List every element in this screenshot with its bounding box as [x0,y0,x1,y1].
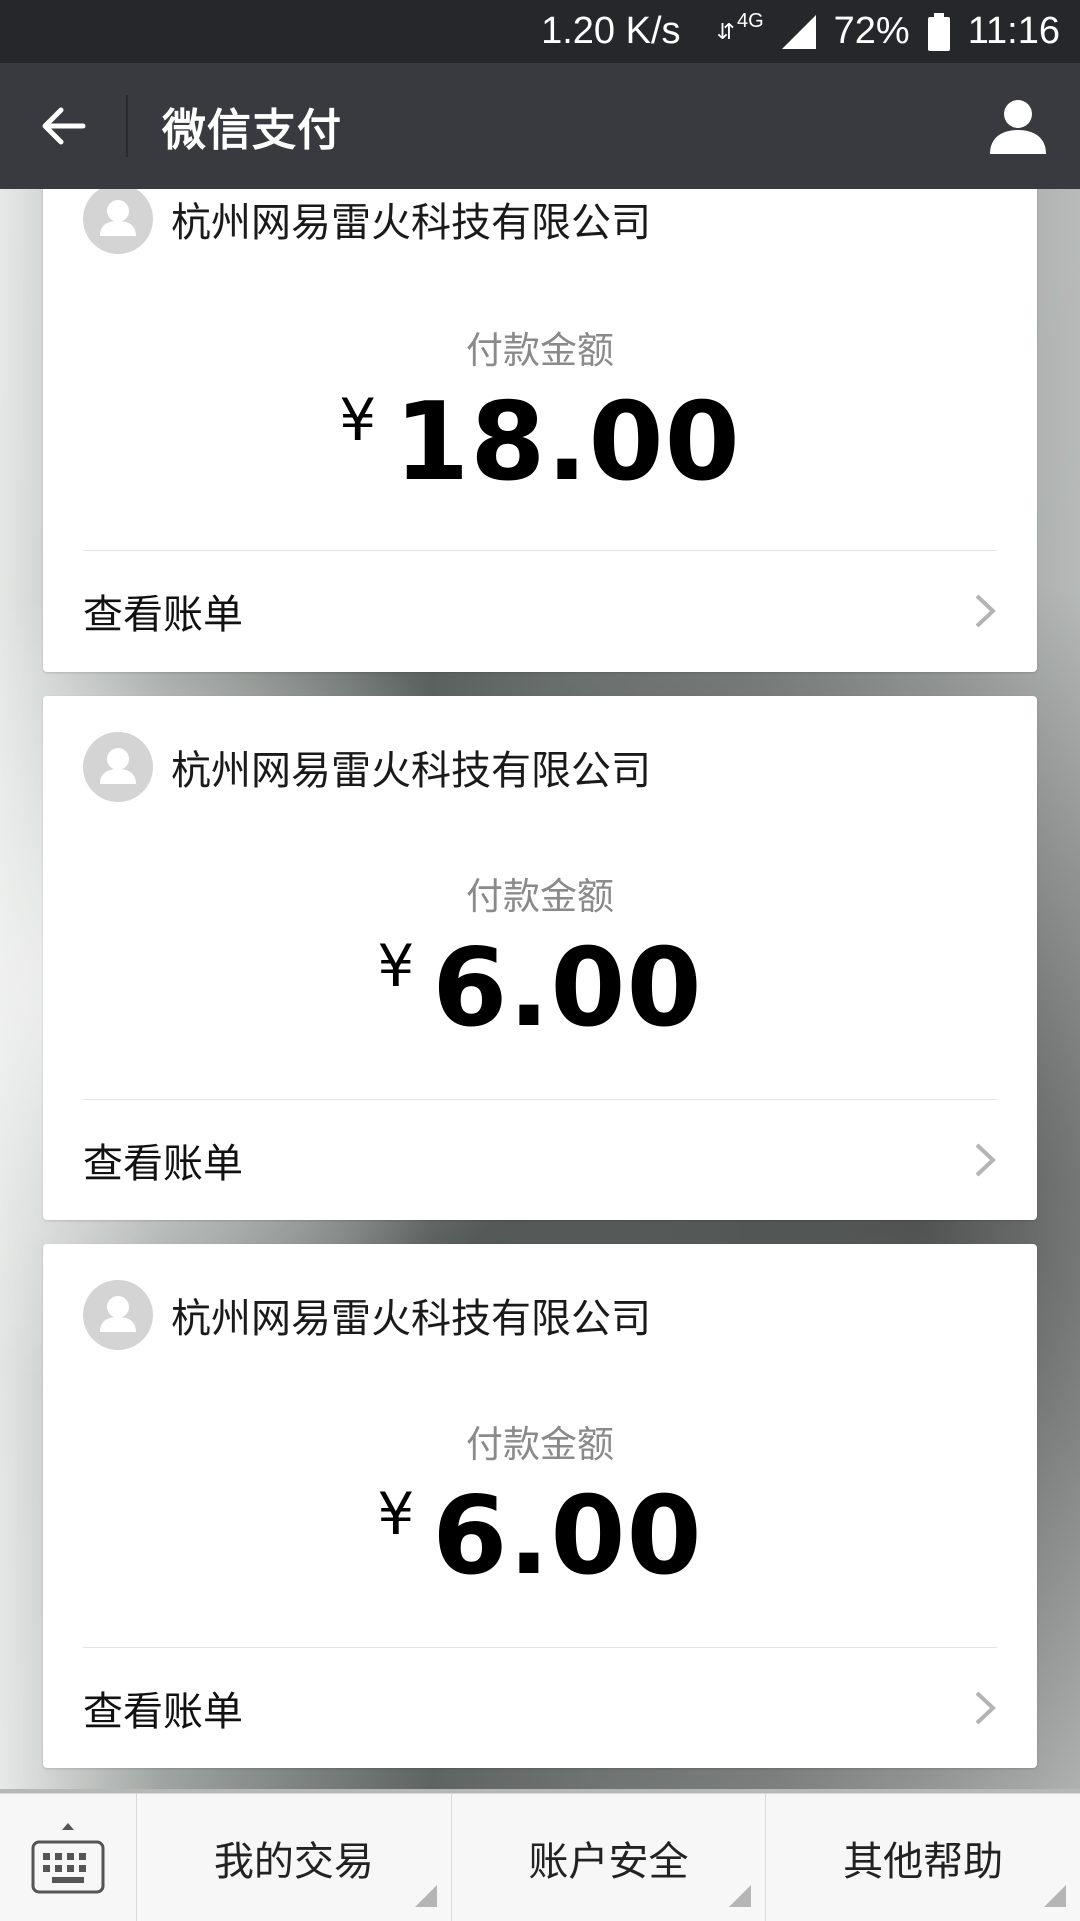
view-bill-label: 查看账单 [83,1689,243,1735]
menu-label: 账户安全 [528,1838,689,1885]
currency-symbol: ¥ [377,1480,415,1548]
default-avatar-icon [100,1296,136,1332]
currency-symbol: ¥ [339,386,377,454]
payment-card: 杭州网易雷火科技有限公司 付款金额 ¥6.00 查看账单 [43,1244,1037,1768]
card-header: 杭州网易雷火科技有限公司 [83,184,651,254]
submenu-indicator-icon [1044,1885,1067,1907]
payment-card: 杭州网易雷火科技有限公司 付款金额 ¥6.00 查看账单 [43,696,1037,1220]
amount-row: ¥18.00 [43,380,1037,505]
menu-account-security[interactable]: 账户安全 [452,1794,767,1921]
menu-label: 我的交易 [213,1838,374,1885]
net-speed: 1.20 K/s [541,10,681,52]
chevron-right-icon [973,592,997,630]
clock: 11:16 [967,10,1060,52]
bottom-menu-bar: 我的交易 账户安全 其他帮助 [0,1793,1080,1921]
amount-row: ¥6.00 [43,1474,1037,1599]
merchant-avatar [83,732,153,802]
merchant-name: 杭州网易雷火科技有限公司 [171,1296,651,1342]
keyboard-icon [31,1822,105,1893]
view-bill-row[interactable]: 查看账单 [43,1100,1037,1220]
merchant-name: 杭州网易雷火科技有限公司 [171,200,651,246]
amount-label: 付款金额 [466,329,614,372]
profile-button[interactable] [986,94,1050,158]
app-bar-divider [126,95,128,157]
status-bar: 1.20 K/s ⇵ 4G 72% 11:16 [0,0,1080,63]
back-button[interactable] [0,63,126,189]
view-bill-label: 查看账单 [83,1141,243,1187]
card-header: 杭州网易雷火科技有限公司 [83,1280,651,1350]
menu-my-transactions[interactable]: 我的交易 [137,1794,452,1921]
chevron-right-icon [973,1689,997,1727]
amount-label: 付款金额 [466,875,614,918]
view-bill-row[interactable]: 查看账单 [43,1648,1037,1768]
card-header: 杭州网易雷火科技有限公司 [83,732,651,802]
page-title: 微信支付 [162,105,342,156]
signal-icon [781,14,816,49]
submenu-indicator-icon [729,1885,752,1907]
amount-value: 6.00 [432,1474,703,1599]
app-bar: 微信支付 [0,63,1080,189]
currency-symbol: ¥ [377,932,415,1000]
merchant-avatar [83,1280,153,1350]
default-avatar-icon [100,200,136,236]
merchant-name: 杭州网易雷火科技有限公司 [171,748,651,794]
amount-row: ¥6.00 [43,926,1037,1051]
signal-indicator: ⇵ 4G [699,10,816,49]
amount-value: 18.00 [394,380,741,505]
person-icon [990,100,1046,154]
menu-other-help[interactable]: 其他帮助 [766,1794,1080,1921]
default-avatar-icon [100,748,136,784]
submenu-indicator-icon [414,1885,437,1907]
view-bill-row[interactable]: 查看账单 [43,551,1037,671]
battery-icon [927,12,950,51]
payment-card: 杭州网易雷火科技有限公司 付款金额 ¥18.00 查看账单 [43,146,1037,672]
amount-label: 付款金额 [466,1423,614,1466]
keyboard-toggle-button[interactable] [0,1794,137,1921]
merchant-avatar [83,184,153,254]
view-bill-label: 查看账单 [83,592,243,638]
battery-percent: 72% [833,10,910,52]
data-arrows-icon: ⇵ [716,18,735,44]
menu-label: 其他帮助 [843,1838,1004,1885]
chevron-right-icon [973,1141,997,1179]
network-type: 4G [736,10,764,32]
amount-value: 6.00 [432,926,703,1051]
arrow-left-icon [42,107,86,145]
